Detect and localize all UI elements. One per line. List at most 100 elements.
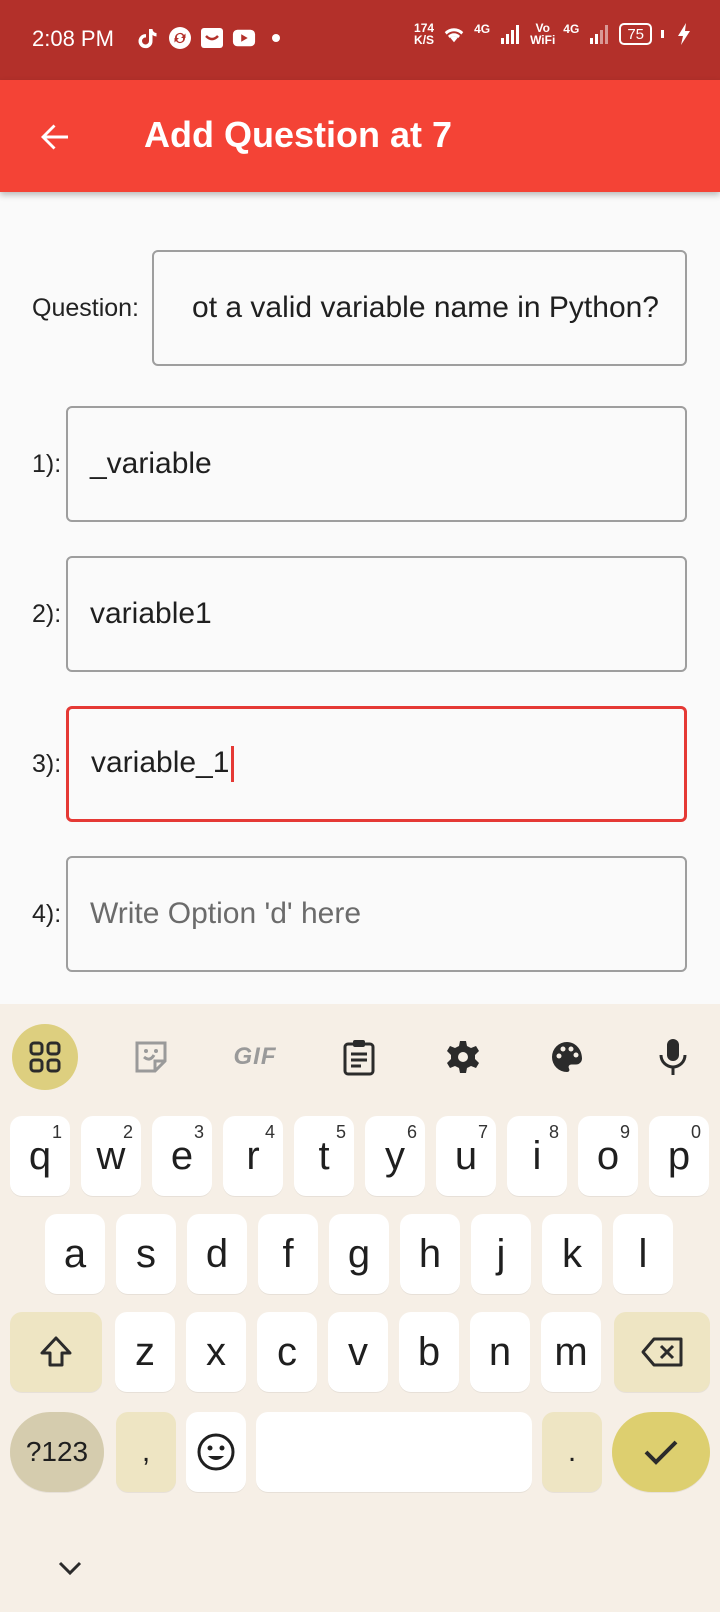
emoji-key[interactable] bbox=[186, 1412, 246, 1492]
key-e[interactable]: e3 bbox=[152, 1116, 212, 1196]
key-u[interactable]: u7 bbox=[436, 1116, 496, 1196]
gear-icon bbox=[447, 1041, 479, 1073]
status-bar: 2:08 PM 174 K/S 4G Vo WiFi 4G 75 bbox=[0, 0, 720, 80]
clipboard-icon bbox=[343, 1040, 375, 1076]
key-s[interactable]: s bbox=[116, 1214, 176, 1294]
key-label: e bbox=[170, 1133, 194, 1178]
question-input[interactable]: ot a valid variable name in Python? bbox=[152, 250, 687, 366]
symbols-key[interactable]: ?123 bbox=[10, 1412, 104, 1492]
settings-button[interactable] bbox=[430, 1024, 496, 1090]
key-label: w bbox=[96, 1133, 126, 1178]
wifi-label: WiFi bbox=[530, 33, 556, 47]
key-label: i bbox=[532, 1133, 542, 1178]
clipboard-button[interactable] bbox=[326, 1024, 392, 1090]
key-f[interactable]: f bbox=[258, 1214, 318, 1294]
key-c[interactable]: c bbox=[257, 1312, 317, 1392]
key-hint: 9 bbox=[619, 1122, 630, 1142]
key-hint: 5 bbox=[335, 1122, 346, 1142]
comma-key[interactable]: , bbox=[116, 1412, 176, 1492]
key-n[interactable]: n bbox=[470, 1312, 530, 1392]
key-label: r bbox=[246, 1133, 260, 1178]
arrow-left-icon bbox=[41, 124, 68, 150]
key-i[interactable]: i8 bbox=[507, 1116, 567, 1196]
sticker-icon bbox=[135, 1041, 167, 1073]
status-time: 2:08 PM bbox=[32, 26, 114, 51]
key-l[interactable]: l bbox=[613, 1214, 673, 1294]
key-j[interactable]: j bbox=[471, 1214, 531, 1294]
key-b[interactable]: b bbox=[399, 1312, 459, 1392]
key-label: y bbox=[385, 1133, 405, 1178]
voice-input-button[interactable] bbox=[640, 1024, 706, 1090]
period-key[interactable]: . bbox=[542, 1412, 602, 1492]
shift-key[interactable] bbox=[10, 1312, 102, 1392]
key-q[interactable]: q1 bbox=[10, 1116, 70, 1196]
enter-key[interactable] bbox=[612, 1412, 710, 1492]
option-input-1-value: _variable bbox=[90, 447, 212, 480]
key-z[interactable]: z bbox=[115, 1312, 175, 1392]
apps-grid-button[interactable] bbox=[12, 1024, 78, 1090]
option-label-3: 3): bbox=[32, 750, 62, 778]
key-v[interactable]: v bbox=[328, 1312, 388, 1392]
text-caret bbox=[231, 746, 235, 783]
battery-cap bbox=[661, 30, 664, 38]
gif-button[interactable]: GIF bbox=[222, 1024, 288, 1090]
vowifi-indicator: Vo WiFi bbox=[530, 22, 555, 46]
key-y[interactable]: y6 bbox=[365, 1116, 425, 1196]
key-g[interactable]: g bbox=[329, 1214, 389, 1294]
signal-type-1: 4G bbox=[474, 22, 491, 36]
key-hint: 4 bbox=[264, 1122, 275, 1142]
key-m[interactable]: m bbox=[541, 1312, 601, 1392]
network-speed: 174 K/S bbox=[414, 22, 434, 46]
page-title: Add Question at 7 bbox=[144, 114, 453, 155]
sticker-button[interactable] bbox=[118, 1024, 184, 1090]
youtube-icon bbox=[232, 26, 256, 50]
key-d[interactable]: d bbox=[187, 1214, 247, 1294]
back-button[interactable] bbox=[30, 112, 80, 162]
net-speed-unit: K/S bbox=[414, 33, 435, 47]
gif-label: GIF bbox=[233, 1043, 277, 1070]
collapse-keyboard-button[interactable] bbox=[50, 1548, 90, 1588]
key-hint: 0 bbox=[690, 1122, 701, 1142]
option-input-1[interactable]: _variable bbox=[66, 406, 687, 522]
chevron-down-icon bbox=[58, 1561, 82, 1576]
key-label: q bbox=[28, 1133, 52, 1178]
key-label: u bbox=[454, 1133, 478, 1178]
palette-icon bbox=[552, 1042, 582, 1072]
key-t[interactable]: t5 bbox=[294, 1116, 354, 1196]
theme-button[interactable] bbox=[534, 1024, 600, 1090]
key-o[interactable]: o9 bbox=[578, 1116, 638, 1196]
key-hint: 1 bbox=[51, 1122, 62, 1142]
battery-indicator: 75 bbox=[619, 23, 652, 45]
option-label-4: 4): bbox=[32, 900, 62, 928]
option-input-2[interactable]: variable1 bbox=[66, 556, 687, 672]
key-p[interactable]: p0 bbox=[649, 1116, 709, 1196]
system-icons: 174 K/S 4G Vo WiFi 4G 75 bbox=[414, 22, 696, 46]
option-input-4[interactable]: Write Option 'd' here bbox=[66, 856, 687, 972]
wifi-icon bbox=[442, 22, 466, 46]
option-input-4-placeholder: Write Option 'd' here bbox=[90, 897, 362, 930]
more-notifications-dot bbox=[272, 34, 280, 42]
key-w[interactable]: w2 bbox=[81, 1116, 141, 1196]
option-row-3: 3): variable_1 bbox=[0, 706, 720, 826]
key-hint: 3 bbox=[193, 1122, 204, 1142]
space-key[interactable] bbox=[256, 1412, 532, 1492]
key-r[interactable]: r4 bbox=[223, 1116, 283, 1196]
key-hint: 6 bbox=[406, 1122, 417, 1142]
option-row-4: 4): Write Option 'd' here bbox=[0, 856, 720, 976]
option-input-3[interactable]: variable_1 bbox=[66, 706, 687, 822]
key-a[interactable]: a bbox=[45, 1214, 105, 1294]
app-bar: Add Question at 7 bbox=[0, 80, 720, 192]
option-row-1: 1): _variable bbox=[0, 406, 720, 526]
key-k[interactable]: k bbox=[542, 1214, 602, 1294]
key-h[interactable]: h bbox=[400, 1214, 460, 1294]
question-input-value: ot a valid variable name in Python? bbox=[192, 291, 659, 324]
backspace-key[interactable] bbox=[614, 1312, 710, 1392]
signal-icon-2 bbox=[587, 22, 611, 46]
key-x[interactable]: x bbox=[186, 1312, 246, 1392]
key-hint: 2 bbox=[122, 1122, 133, 1142]
option-row-2: 2): variable1 bbox=[0, 556, 720, 676]
mail-icon bbox=[200, 26, 224, 50]
check-icon bbox=[644, 1440, 678, 1465]
question-row: Question: ot a valid variable name in Py… bbox=[0, 250, 720, 370]
sync-icon bbox=[168, 26, 192, 50]
